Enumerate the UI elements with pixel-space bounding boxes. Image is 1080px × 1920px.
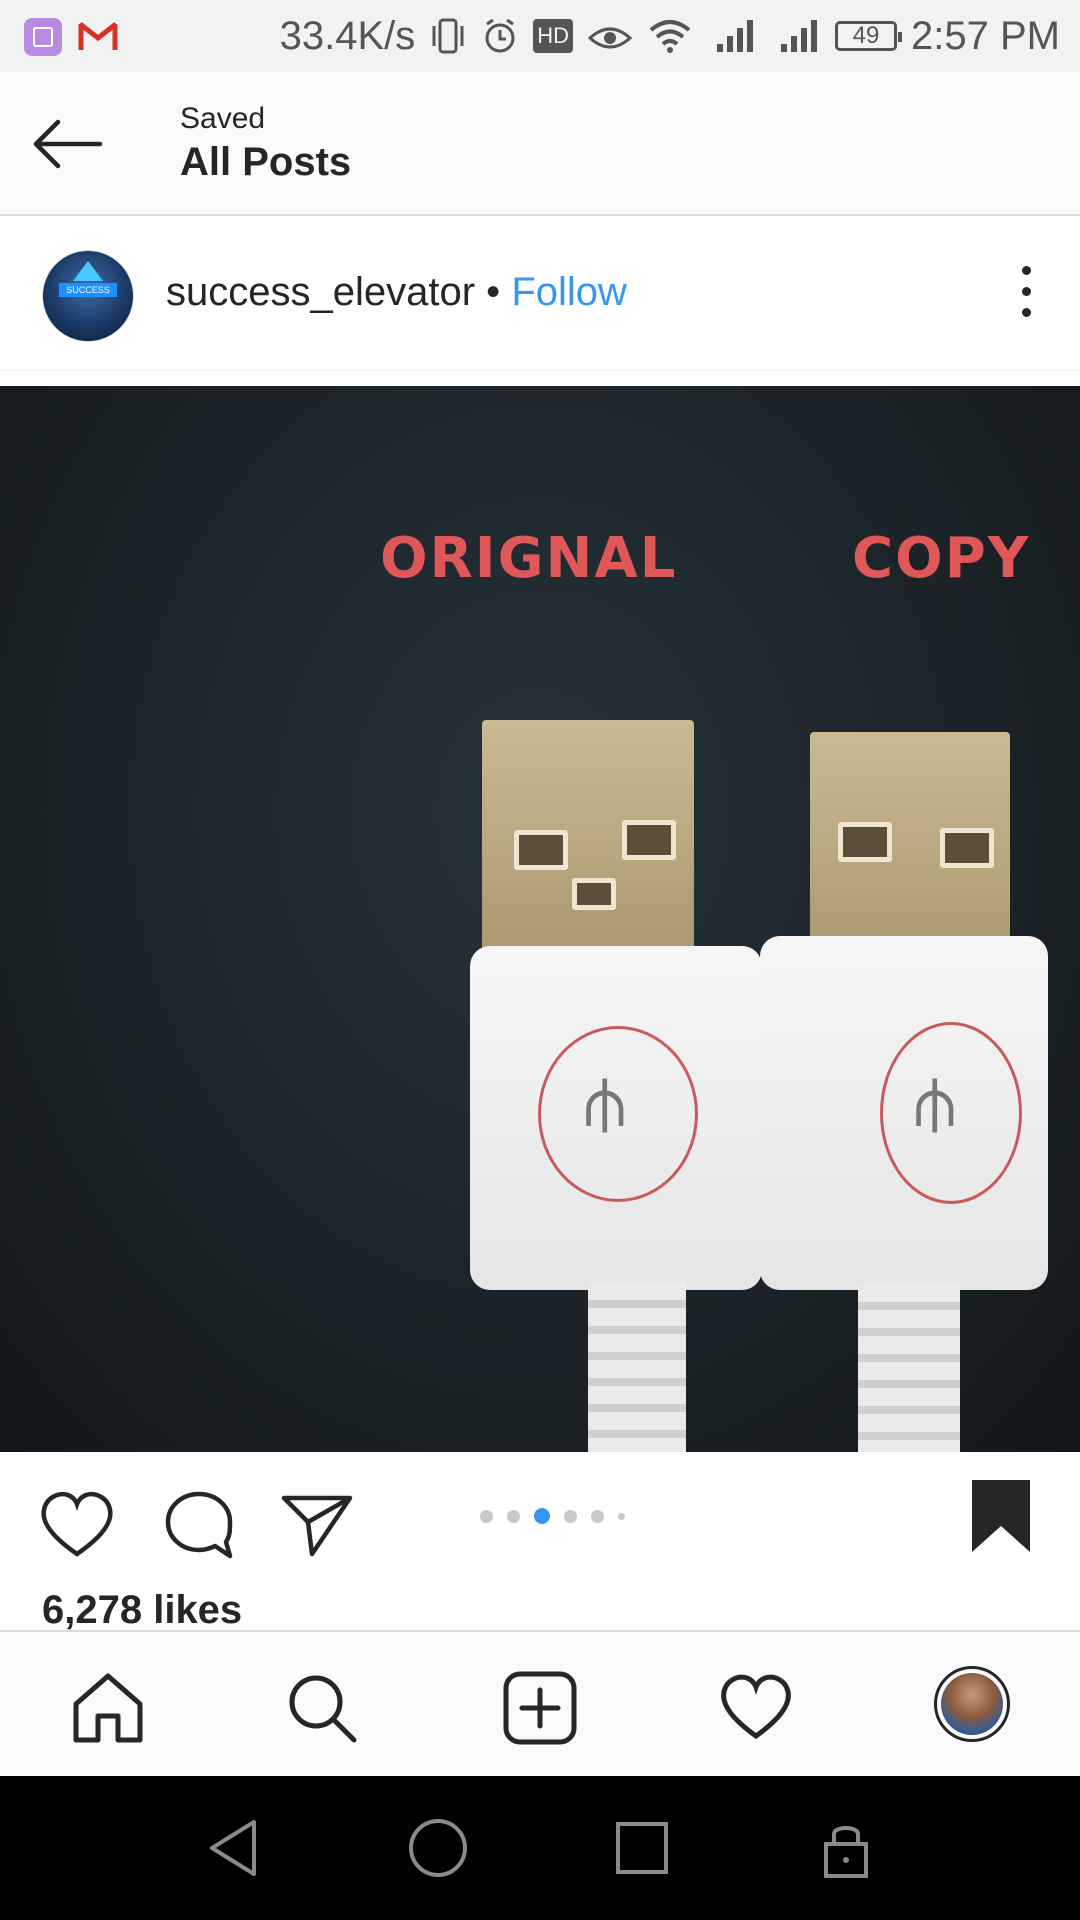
lock-icon[interactable] — [814, 1816, 878, 1880]
carousel-dot — [507, 1509, 520, 1523]
signal-icon — [781, 20, 818, 52]
bookmark-filled-icon[interactable] — [962, 1478, 1040, 1556]
carousel-dot-active — [534, 1508, 550, 1524]
post-header: SUCCESS success_elevator • Follow — [0, 216, 1080, 371]
image-label-original: ORIGNAL — [380, 526, 678, 591]
image-label-copy: COPY — [852, 526, 1031, 591]
usb-cable-left — [588, 1282, 686, 1452]
gallery-notification-icon — [24, 18, 62, 56]
post-author-line: success_elevator • Follow — [166, 270, 627, 315]
usb-hole — [622, 820, 676, 860]
network-speed: 33.4K/s — [279, 13, 416, 58]
likes-count[interactable]: 6,278 likes — [42, 1588, 242, 1633]
follow-button[interactable]: Follow — [511, 270, 627, 314]
usb-hole — [940, 828, 994, 868]
home-icon[interactable] — [70, 1670, 146, 1746]
hd-badge: HD — [533, 19, 574, 53]
alarm-icon — [485, 18, 515, 53]
eye-comfort-icon — [587, 27, 633, 49]
usb-hole — [572, 878, 616, 910]
post-image[interactable]: ORIGNAL COPY ⫛ ⫛ — [0, 386, 1080, 1452]
battery-indicator: 49 — [835, 21, 903, 51]
avatar-label: SUCCESS — [59, 283, 117, 297]
wifi-icon — [649, 20, 691, 53]
system-navigation-bar — [0, 1776, 1080, 1920]
comment-icon[interactable] — [160, 1486, 238, 1564]
carousel-dot — [591, 1509, 604, 1523]
arrow-up-icon — [73, 261, 103, 281]
usb-symbol-icon: ⫛ — [914, 1063, 956, 1141]
page-title: All Posts — [180, 140, 352, 184]
carousel-dot — [618, 1512, 625, 1520]
avatar[interactable] — [934, 1666, 1010, 1742]
clock: 2:57 PM — [911, 13, 1060, 58]
carousel-dot — [480, 1509, 493, 1523]
header-subtitle: Saved — [180, 102, 266, 135]
carousel-indicator — [480, 1508, 625, 1524]
plus-square-icon[interactable] — [502, 1670, 578, 1746]
profile-picture — [941, 1673, 1003, 1735]
usb-hole — [514, 830, 568, 870]
more-vertical-icon[interactable] — [1014, 266, 1038, 322]
usb-hole — [838, 822, 892, 862]
heart-icon[interactable] — [718, 1670, 794, 1746]
username-link[interactable]: success_elevator — [166, 270, 475, 314]
home-circle-icon[interactable] — [406, 1816, 470, 1880]
back-triangle-icon[interactable] — [202, 1816, 266, 1880]
signal-icon — [717, 20, 754, 52]
separator: • — [486, 270, 501, 314]
status-bar: 33.4K/s HD 49 2:57 PM — [0, 0, 1080, 72]
send-icon[interactable] — [278, 1486, 356, 1564]
search-icon[interactable] — [284, 1670, 360, 1746]
vibrate-icon — [432, 18, 464, 54]
gmail-notification-icon — [78, 22, 118, 50]
bottom-tab-bar — [0, 1630, 1080, 1776]
usb-symbol-icon: ⫛ — [584, 1063, 626, 1141]
usb-cable-right — [858, 1284, 960, 1452]
arrow-left-icon[interactable] — [28, 112, 108, 176]
avatar[interactable]: SUCCESS — [42, 250, 134, 342]
heart-icon[interactable] — [38, 1486, 116, 1564]
carousel-dot — [564, 1509, 577, 1523]
app-header: Saved All Posts — [0, 72, 1080, 216]
recents-square-icon[interactable] — [610, 1816, 674, 1880]
